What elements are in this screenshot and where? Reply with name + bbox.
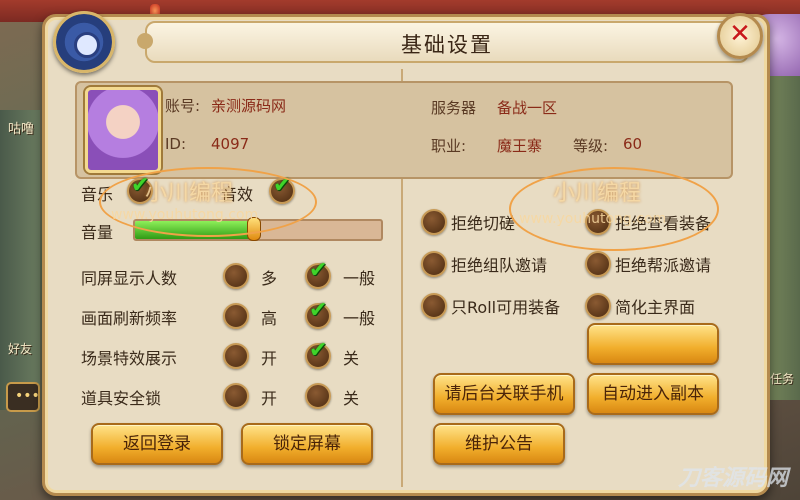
option-2-text: 一般: [343, 269, 376, 288]
toggle-radio[interactable]: [421, 209, 447, 235]
settings-dialog: 基础设置 ✕ 账号: 亲测源码网 ID: 4097 服务器 备战一区 职业: 魔…: [42, 11, 770, 496]
bind-phone-button[interactable]: 请后台关联手机: [433, 373, 575, 415]
level-value: 60: [623, 135, 643, 153]
job-value: 魔王寨: [497, 137, 543, 155]
toggle-label: 拒绝组队邀请: [451, 256, 548, 275]
job-label: 职业:: [431, 137, 467, 155]
option-1-text: 开: [261, 349, 278, 368]
option-1-radio[interactable]: [223, 263, 249, 289]
dialog-title: 基础设置: [401, 33, 493, 57]
watermark-url: www.youhutong.com: [519, 211, 667, 227]
option-2-radio[interactable]: ✔: [305, 298, 331, 329]
server-value: 备战一区: [497, 99, 558, 117]
watermark-text: 小川编程: [553, 181, 642, 206]
avatar[interactable]: [85, 87, 161, 173]
id-label: ID:: [165, 135, 187, 153]
account-panel: 账号: 亲测源码网 ID: 4097 服务器 备战一区 职业: 魔王寨 等级: …: [75, 81, 733, 179]
chat-icon[interactable]: •••: [6, 382, 40, 412]
toggle-radio[interactable]: [421, 293, 447, 319]
background-left: [0, 110, 40, 410]
check-icon: ✔: [309, 298, 328, 323]
option-2-radio[interactable]: ✔: [305, 258, 331, 289]
option-2-text: 关: [343, 349, 360, 368]
close-button[interactable]: ✕: [717, 13, 763, 59]
title-bar: 基础设置: [137, 21, 757, 63]
check-icon: ✔: [309, 258, 328, 283]
option-2-text: 关: [343, 389, 360, 408]
notice-button[interactable]: 维护公告: [433, 423, 565, 465]
toggle-radio[interactable]: [585, 293, 611, 319]
bg-label: 任务: [769, 372, 794, 386]
logout-button[interactable]: 返回登录: [91, 423, 223, 465]
toggle-label: 只Roll可用装备: [451, 298, 561, 317]
option-1-text: 高: [261, 309, 278, 328]
option-label: 画面刷新频率: [81, 309, 178, 328]
option-2-text: 一般: [343, 309, 376, 328]
bg-label: 好友: [8, 342, 33, 356]
corner-watermark: 刀客源码网: [677, 466, 788, 491]
toggle-radio[interactable]: [421, 251, 447, 277]
option-label: 场景特效展示: [81, 349, 178, 368]
server-label: 服务器: [431, 99, 477, 117]
auto-dungeon-button[interactable]: 自动进入副本: [587, 373, 719, 415]
option-1-radio[interactable]: [223, 383, 249, 409]
option-2-radio[interactable]: [305, 383, 331, 409]
option-1-radio[interactable]: [223, 303, 249, 329]
gear-icon: [53, 11, 115, 73]
watermark-url: www.youhutong.com: [111, 207, 259, 223]
toggle-radio[interactable]: [585, 251, 611, 277]
id-value: 4097: [211, 135, 250, 153]
volume-label: 音量: [81, 223, 114, 242]
account-value: 亲测源码网: [211, 97, 287, 115]
option-1-text: 开: [261, 389, 278, 408]
lock-screen-button[interactable]: 锁定屏幕: [241, 423, 373, 465]
blank-button[interactable]: [587, 323, 719, 365]
bg-label: 咕噜: [8, 122, 35, 137]
check-icon: ✔: [309, 338, 328, 363]
account-label: 账号:: [165, 97, 201, 115]
option-1-radio[interactable]: [223, 343, 249, 369]
option-2-radio[interactable]: ✔: [305, 338, 331, 369]
option-1-text: 多: [261, 269, 278, 288]
toggle-label: 拒绝帮派邀请: [615, 256, 712, 275]
close-icon: ✕: [729, 19, 751, 49]
watermark-text: 小川编程: [145, 181, 234, 206]
toggle-label: 拒绝切磋: [451, 214, 516, 233]
option-label: 同屏显示人数: [81, 269, 178, 288]
level-label: 等级:: [573, 137, 609, 155]
option-label: 道具安全锁: [81, 389, 162, 408]
toggle-label: 简化主界面: [615, 298, 696, 317]
